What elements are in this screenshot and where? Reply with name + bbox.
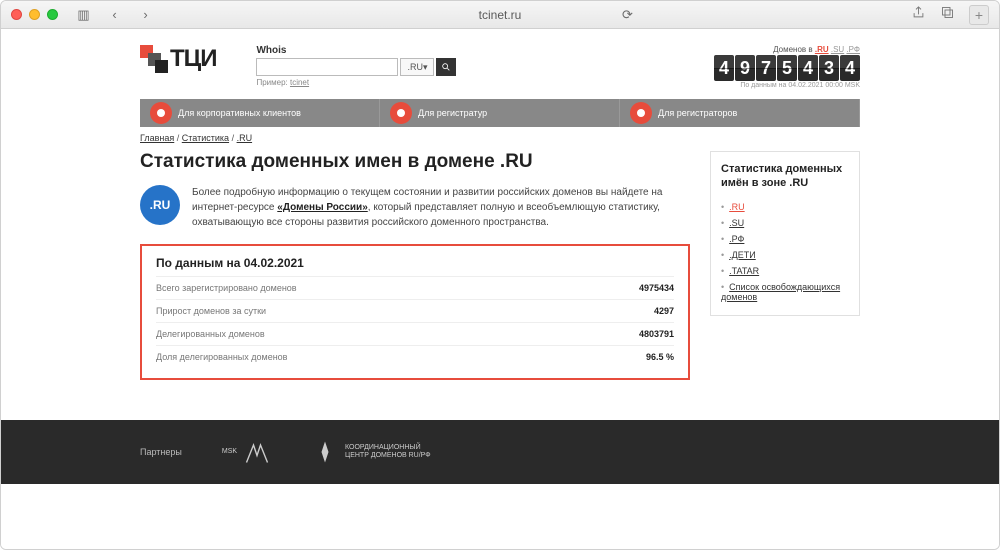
- address-bar[interactable]: tcinet.ru: [479, 8, 522, 22]
- back-icon[interactable]: ‹: [107, 7, 122, 22]
- stats-title: По данным на 04.02.2021: [156, 256, 674, 277]
- sidebar-item[interactable]: .RU: [721, 199, 849, 215]
- forward-icon[interactable]: ›: [138, 7, 153, 22]
- sidebar-item[interactable]: .РФ: [721, 231, 849, 247]
- logo[interactable]: ТЦИ: [140, 45, 216, 73]
- nav-icon: [390, 102, 412, 124]
- whois-tld-select[interactable]: .RU ▾: [400, 58, 434, 76]
- sidebar-item[interactable]: Список освобождающихся доменов: [721, 279, 849, 305]
- browser-window: ▥ ‹ › tcinet.ru ⟳ + ТЦИ Whois: [0, 0, 1000, 550]
- intro-block: .RU Более подробную информацию о текущем…: [140, 185, 690, 230]
- whois-search-button[interactable]: [436, 58, 456, 76]
- rocket-icon: [311, 438, 339, 466]
- stat-row: Делегированных доменов 4803791: [156, 323, 674, 346]
- stat-value: 96.5 %: [646, 352, 674, 362]
- stats-box: По данным на 04.02.2021 Всего зарегистри…: [140, 244, 690, 380]
- bc-stat[interactable]: Статистика: [182, 133, 229, 143]
- counter-digit: 9: [735, 55, 755, 81]
- partner-mskix[interactable]: MSK: [222, 438, 271, 466]
- sidebar-link[interactable]: .SU: [729, 218, 744, 228]
- titlebar: ▥ ‹ › tcinet.ru ⟳ +: [1, 1, 999, 29]
- stats-rows: Всего зарегистрировано доменов 4975434 При…: [156, 277, 674, 368]
- nav-item[interactable]: Для регистраторов: [620, 99, 860, 127]
- bc-home[interactable]: Главная: [140, 133, 174, 143]
- partner-cctld[interactable]: КООРДИНАЦИОННЫЙ ЦЕНТР ДОМЕНОВ RU/РФ: [311, 438, 445, 466]
- nav-icon: [150, 102, 172, 124]
- logo-mark-icon: [140, 45, 168, 73]
- ru-badge-icon: .RU: [140, 185, 180, 225]
- sidebar-list: .RU .SU .РФ .ДЕТИ .TATAR Список освобождающих…: [721, 199, 849, 305]
- sidebar-link[interactable]: .TATAR: [729, 266, 759, 276]
- viewport: ТЦИ Whois .RU ▾ Пример: tcinet До: [1, 29, 999, 549]
- tabs-icon[interactable]: [940, 5, 955, 25]
- logo-text: ТЦИ: [170, 45, 216, 73]
- whois-example: Пример: tcinet: [256, 78, 456, 87]
- stat-value: 4975434: [639, 283, 674, 293]
- nav-item[interactable]: Для регистратур: [380, 99, 620, 127]
- stat-label: Делегированных доменов: [156, 329, 265, 339]
- sidebar-item[interactable]: .ДЕТИ: [721, 247, 849, 263]
- counter-date: По данным на 04.02.2021 00:00 MSK: [714, 82, 860, 89]
- counter-digits: 4975434: [714, 55, 860, 81]
- counter-zone-ru[interactable]: .RU: [815, 45, 829, 54]
- minimize-window[interactable]: [29, 9, 40, 20]
- stat-label: Доля делегированных доменов: [156, 352, 287, 362]
- site-header: ТЦИ Whois .RU ▾ Пример: tcinet До: [140, 39, 860, 99]
- domain-counter: Доменов в .RU .SU .РФ 4975434 По данным …: [714, 45, 860, 89]
- sidebar-item[interactable]: .TATAR: [721, 263, 849, 279]
- counter-digit: 7: [756, 55, 776, 81]
- intro-text: Более подробную информацию о текущем сос…: [192, 185, 690, 230]
- footer: Партнеры MSK КООРДИНАЦИОННЫЙ ЦЕНТР ДОМЕН…: [1, 420, 999, 484]
- sidebar-title: Статистика доменных имён в зоне .RU: [721, 162, 849, 191]
- counter-label: Доменов в .RU .SU .РФ: [714, 45, 860, 54]
- whois-example-link[interactable]: tcinet: [290, 78, 309, 87]
- counter-digit: 4: [798, 55, 818, 81]
- whois-label: Whois: [256, 45, 456, 56]
- stat-value: 4803791: [639, 329, 674, 339]
- new-tab-button[interactable]: +: [969, 5, 989, 25]
- sidebar-link[interactable]: Список освобождающихся доменов: [721, 282, 840, 302]
- stat-value: 4297: [654, 306, 674, 316]
- stat-row: Всего зарегистрировано доменов 4975434: [156, 277, 674, 300]
- search-icon: [441, 62, 451, 72]
- intro-link[interactable]: «Домены России»: [277, 202, 367, 213]
- sidebar-link[interactable]: .RU: [729, 202, 745, 212]
- sidebar-link[interactable]: .РФ: [729, 234, 744, 244]
- stat-row: Прирост доменов за сутки 4297: [156, 300, 674, 323]
- stat-label: Всего зарегистрировано доменов: [156, 283, 297, 293]
- page-title: Статистика доменных имен в домене .RU: [140, 151, 690, 173]
- sidebar-link[interactable]: .ДЕТИ: [729, 250, 756, 260]
- counter-digit: 4: [714, 55, 734, 81]
- counter-zone-su[interactable]: .SU: [831, 45, 844, 54]
- breadcrumb: Главная / Статистика / .RU: [140, 133, 860, 143]
- sidebar-item[interactable]: .SU: [721, 215, 849, 231]
- sidebar: Статистика доменных имён в зоне .RU .RU.…: [710, 151, 860, 316]
- nav-item[interactable]: Для корпоративных клиентов: [140, 99, 380, 127]
- window-controls: [11, 9, 58, 20]
- share-icon[interactable]: [911, 5, 926, 25]
- counter-digit: 4: [840, 55, 860, 81]
- stat-row: Доля делегированных доменов 96.5 %: [156, 346, 674, 368]
- sidebar-toggle-icon[interactable]: ▥: [76, 7, 91, 22]
- bc-ru[interactable]: .RU: [237, 133, 253, 143]
- whois-widget: Whois .RU ▾ Пример: tcinet: [256, 45, 456, 87]
- counter-digit: 5: [777, 55, 797, 81]
- counter-digit: 3: [819, 55, 839, 81]
- main-nav: Для корпоративных клиентовДля регистрату…: [140, 99, 860, 127]
- maximize-window[interactable]: [47, 9, 58, 20]
- close-window[interactable]: [11, 9, 22, 20]
- partners-label: Партнеры: [140, 447, 182, 457]
- whois-input[interactable]: [256, 58, 398, 76]
- counter-zone-rf[interactable]: .РФ: [846, 45, 860, 54]
- stat-label: Прирост доменов за сутки: [156, 306, 266, 316]
- reload-icon[interactable]: ⟳: [620, 7, 635, 22]
- nav-icon: [630, 102, 652, 124]
